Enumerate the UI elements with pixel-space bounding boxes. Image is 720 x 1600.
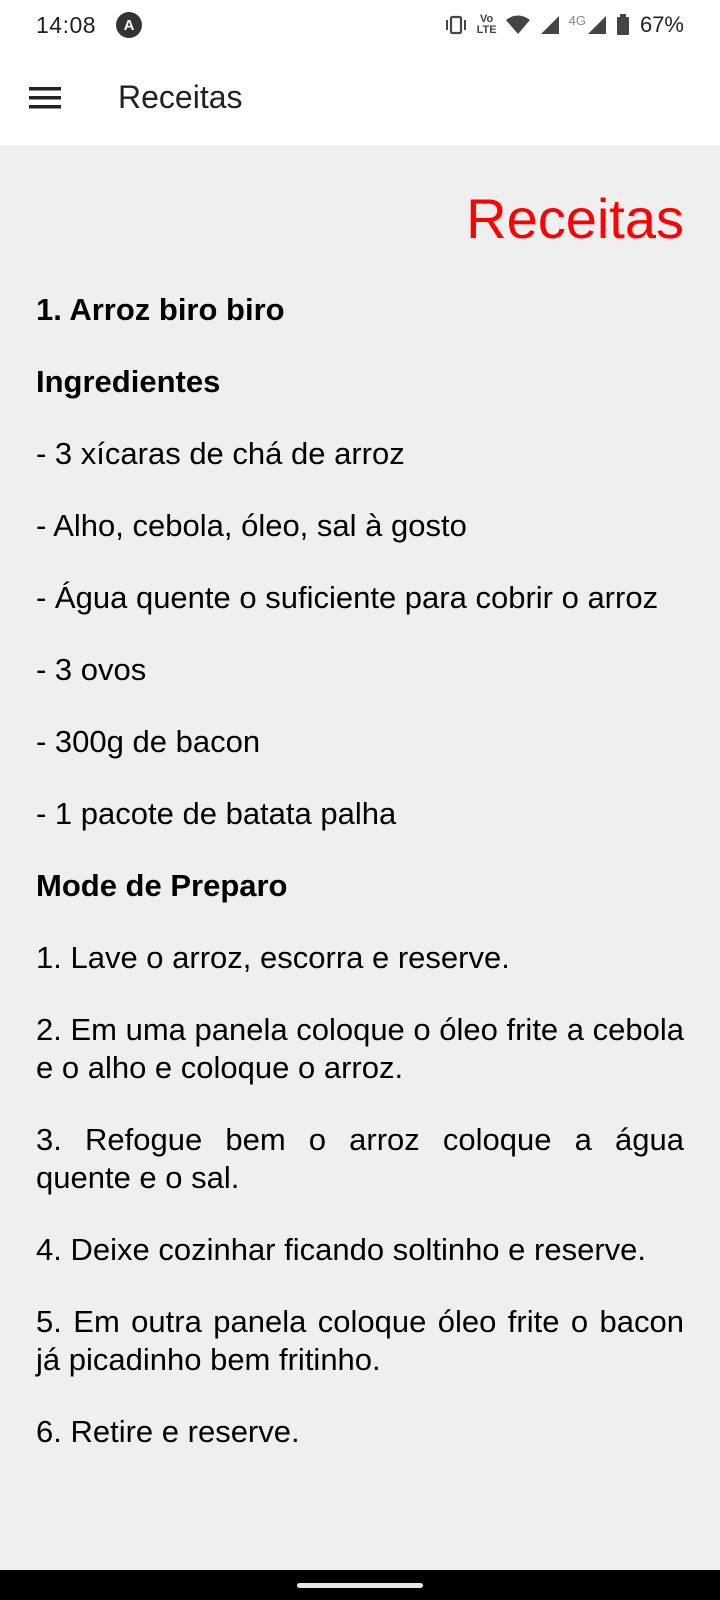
page-heading: Receitas [466, 187, 684, 250]
signal-icon [540, 16, 559, 34]
battery-icon [616, 14, 629, 35]
status-bar: 14:08 A Vo LTE 4G 67% [0, 0, 720, 50]
app-notification-icon: A [116, 12, 143, 38]
preparation-step: 5. Em outra panela coloque óleo frite o … [36, 1304, 684, 1377]
app-bar-title: Receitas [118, 79, 243, 115]
battery-percent: 67% [639, 12, 684, 37]
status-time: 14:08 [36, 11, 97, 38]
system-navigation-bar [0, 1570, 720, 1600]
status-icons: Vo LTE 4G 67% [443, 12, 684, 38]
wifi-icon [505, 15, 530, 34]
volte-icon: Vo LTE [477, 14, 497, 36]
preparation-step: 6. Retire e reserve. [36, 1414, 300, 1449]
home-gesture-handle[interactable] [297, 1582, 423, 1588]
volte-label-bottom: LTE [476, 24, 497, 36]
vibrate-icon [445, 15, 466, 35]
preparation-title: Mode de Preparo [36, 868, 288, 903]
signal-icon-2 [587, 16, 606, 34]
preparation-step: 1. Lave o arroz, escorra e reserve. [36, 940, 510, 975]
app-bar: Receitas [0, 50, 720, 145]
ingredient-item: - 3 xícaras de chá de arroz [36, 436, 405, 471]
preparation-step: 3. Refogue bem o arroz coloque a água qu… [36, 1122, 684, 1195]
ingredients-title: Ingredientes [36, 364, 221, 399]
hamburger-menu-icon [29, 86, 61, 108]
ingredient-item: - 1 pacote de batata palha [36, 796, 397, 831]
ingredient-item: - 300g de bacon [36, 724, 261, 759]
ingredient-item: - Água quente o suficiente para cobrir o… [36, 580, 659, 615]
network-type-label: 4G [568, 12, 586, 28]
recipe-content[interactable]: Receitas 1. Arroz biro biro Ingredientes… [0, 145, 720, 1570]
preparation-step: 4. Deixe cozinhar ficando soltinho e res… [36, 1232, 646, 1267]
hamburger-menu-button[interactable] [20, 73, 70, 123]
recipe-title: 1. Arroz biro biro [36, 292, 285, 327]
ingredient-item: - 3 ovos [36, 652, 147, 687]
ingredient-item: - Alho, cebola, óleo, sal à gosto [36, 508, 467, 543]
preparation-step: 2. Em uma panela coloque o óleo frite a … [36, 1012, 684, 1085]
